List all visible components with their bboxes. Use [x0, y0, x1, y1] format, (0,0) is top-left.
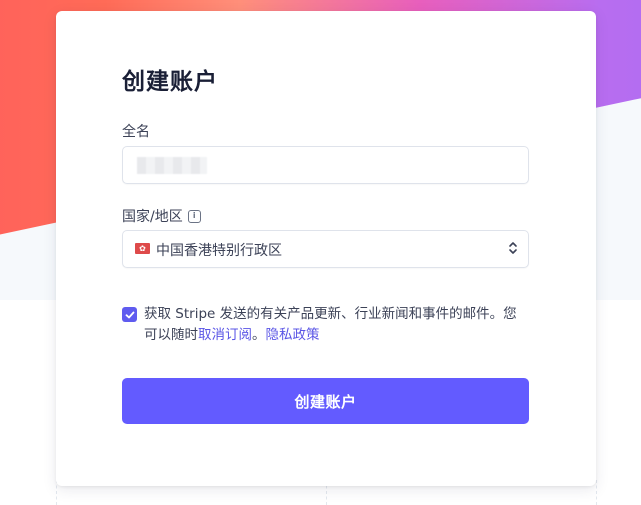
consent-separator: 。 [252, 327, 266, 343]
unsubscribe-link[interactable]: 取消订阅 [198, 327, 252, 343]
page-title: 创建账户 [122, 69, 218, 95]
full-name-input[interactable] [122, 146, 529, 184]
country-label-text: 国家/地区 [122, 209, 183, 225]
consent-checkbox[interactable] [122, 307, 137, 322]
signup-card: 创建账户 全名 国家/地区 i ✿ 中国香港特别行政区 获取 Stripe 发送… [56, 11, 596, 486]
country-select[interactable]: ✿ 中国香港特别行政区 [122, 230, 529, 268]
create-account-button[interactable]: 创建账户 [122, 378, 529, 424]
privacy-policy-link[interactable]: 隐私政策 [266, 327, 320, 343]
consent-text: 获取 Stripe 发送的有关产品更新、行业新闻和事件的邮件。您可以随时取消订阅… [144, 304, 527, 346]
country-label: 国家/地区 i [122, 206, 201, 226]
country-select-value: 中国香港特别行政区 [156, 243, 282, 259]
info-icon[interactable]: i [187, 209, 201, 223]
redacted-name-value [137, 157, 207, 174]
page-background: 创建账户 全名 国家/地区 i ✿ 中国香港特别行政区 获取 Stripe 发送… [0, 0, 641, 505]
guide-line [596, 480, 597, 505]
hong-kong-flag-icon: ✿ [135, 243, 150, 254]
full-name-label-text: 全名 [122, 124, 150, 140]
chevron-up-down-icon [509, 242, 517, 254]
check-icon [125, 311, 134, 318]
full-name-label: 全名 [122, 121, 150, 141]
marketing-consent: 获取 Stripe 发送的有关产品更新、行业新闻和事件的邮件。您可以随时取消订阅… [122, 304, 527, 346]
